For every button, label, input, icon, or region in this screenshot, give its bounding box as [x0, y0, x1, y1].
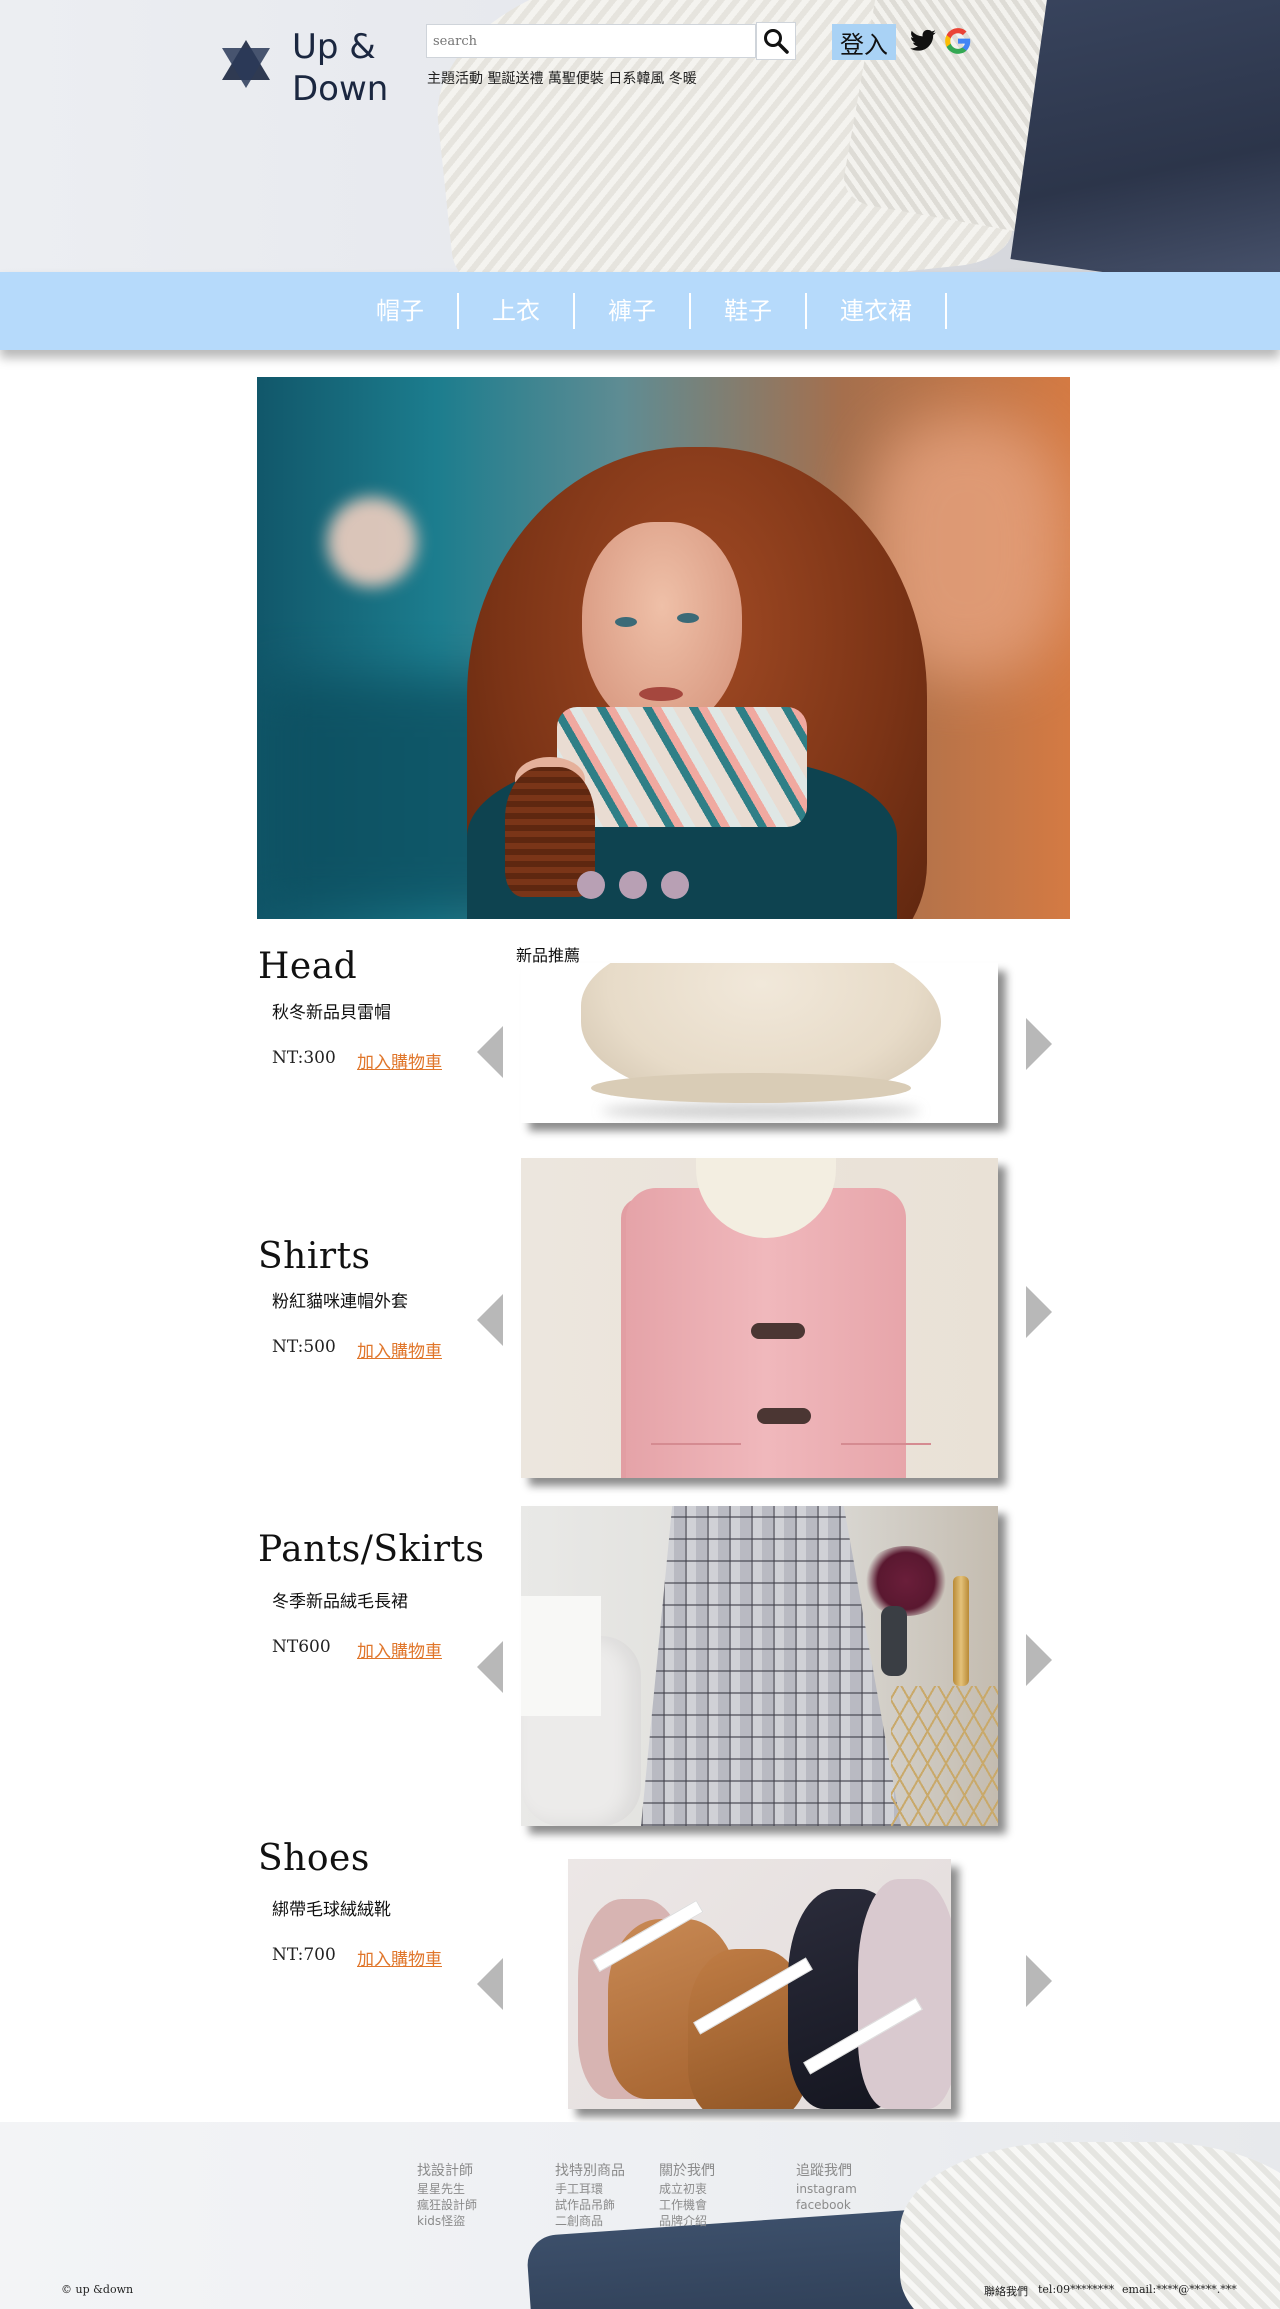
carousel-dot-2[interactable] — [619, 871, 647, 899]
beret-shadow — [601, 1103, 921, 1119]
category-title-head: Head — [258, 946, 358, 987]
add-to-cart-link[interactable]: 加入購物車 — [357, 1337, 442, 1362]
prev-arrow[interactable] — [477, 1958, 503, 2010]
next-arrow[interactable] — [1026, 1634, 1052, 1686]
hero-model-eye — [615, 617, 637, 627]
carousel-dot-1[interactable] — [577, 871, 605, 899]
contact-tel: tel:09******** — [1038, 2283, 1115, 2296]
coat-pocket — [841, 1443, 931, 1478]
footer-link[interactable]: 工作機會 — [659, 2197, 715, 2213]
hero-bokeh — [327, 497, 417, 587]
product-name: 綁帶毛球絨絨靴 — [272, 1900, 391, 1920]
hot-tags[interactable]: 主題活動 聖誕送禮 萬聖便裝 日系韓風 冬暖 — [427, 68, 697, 88]
nav-item-dresses[interactable]: 連衣裙 — [807, 293, 947, 329]
next-arrow[interactable] — [1026, 1018, 1052, 1070]
nav-item-shoes[interactable]: 鞋子 — [691, 293, 807, 329]
footer-column-title: 追蹤我們 — [796, 2163, 852, 2179]
product-price: NT600 — [272, 1637, 331, 1657]
product-price: NT:300 — [272, 1048, 336, 1068]
copyright: © up &down — [61, 2283, 134, 2296]
nav-item-pants[interactable]: 褲子 — [575, 293, 691, 329]
next-arrow[interactable] — [1026, 1286, 1052, 1338]
product-image-pink-coat[interactable] — [521, 1158, 998, 1478]
footer-link[interactable]: 星星先生 — [417, 2181, 477, 2197]
category-title-shirts: Shirts — [258, 1236, 371, 1277]
prev-arrow[interactable] — [477, 1641, 503, 1693]
footer-link[interactable]: 成立初衷 — [659, 2181, 715, 2197]
twitter-icon[interactable] — [908, 27, 938, 55]
footer-link[interactable]: 手工耳環 — [555, 2181, 625, 2197]
brand-name[interactable]: Up & Down — [292, 26, 388, 110]
product-name: 粉紅貓咪連帽外套 — [272, 1292, 408, 1312]
nav-item-hats[interactable]: 帽子 — [343, 293, 459, 329]
site-footer — [0, 2122, 1280, 2309]
footer-link[interactable]: 試作品吊飾 — [555, 2197, 625, 2213]
product-name: 秋冬新品貝雷帽 — [272, 1003, 391, 1023]
shopping-bag — [521, 1596, 601, 1716]
coat-toggle-button — [757, 1408, 811, 1424]
footer-column-about: 關於我們 成立初衷 工作機會 品牌介紹 — [659, 2163, 715, 2229]
search-icon — [764, 29, 789, 54]
coat-toggle-button — [751, 1323, 805, 1339]
add-to-cart-link[interactable]: 加入購物車 — [357, 1945, 442, 1970]
footer-column-designers: 找設計師 星星先生 瘋狂設計師 kids怪盜 — [417, 2163, 477, 2229]
search-field — [426, 24, 756, 58]
footer-column-title: 找特別商品 — [555, 2163, 625, 2179]
contact-email: email:****@*****.*** — [1122, 2283, 1237, 2296]
footer-link[interactable]: 瘋狂設計師 — [417, 2197, 477, 2213]
add-to-cart-link[interactable]: 加入購物車 — [357, 1048, 442, 1073]
login-button[interactable]: 登入 — [832, 24, 896, 60]
nav-list: 帽子 上衣 褲子 鞋子 連衣裙 — [343, 272, 947, 350]
coat-pocket — [651, 1443, 741, 1478]
next-arrow[interactable] — [1026, 1955, 1052, 2007]
product-price: NT:700 — [272, 1945, 336, 1965]
footer-link[interactable]: 品牌介紹 — [659, 2213, 715, 2229]
footer-link-instagram[interactable]: instagram — [796, 2181, 857, 2197]
carousel-dots — [577, 871, 689, 899]
hero-model-eye — [677, 613, 699, 623]
product-name: 冬季新品絨毛長裙 — [272, 1592, 408, 1612]
nav-item-tops[interactable]: 上衣 — [459, 293, 575, 329]
footer-link[interactable]: 二創商品 — [555, 2213, 625, 2229]
lilac-boot — [858, 1879, 951, 2109]
footer-column-special-items: 找特別商品 手工耳環 試作品吊飾 二創商品 — [555, 2163, 625, 2229]
gold-vase — [953, 1576, 969, 1686]
flowers — [861, 1546, 951, 1616]
product-image-plaid-skirt[interactable] — [521, 1506, 998, 1826]
hero-carousel[interactable] — [257, 377, 1070, 919]
category-title-pants-skirts: Pants/Skirts — [258, 1529, 485, 1570]
header-background-denim — [1010, 0, 1280, 272]
contact-us-link[interactable]: 聯絡我們 — [984, 2283, 1028, 2299]
side-table — [891, 1686, 998, 1826]
product-price: NT:500 — [272, 1337, 336, 1357]
beret-brim — [591, 1073, 911, 1103]
footer-link[interactable]: kids怪盜 — [417, 2213, 477, 2229]
vase — [881, 1606, 907, 1676]
category-navbar: 帽子 上衣 褲子 鞋子 連衣裙 — [0, 272, 1280, 350]
footer-link-facebook[interactable]: facebook — [796, 2197, 857, 2213]
add-to-cart-link[interactable]: 加入購物車 — [357, 1637, 442, 1662]
prev-arrow[interactable] — [477, 1026, 503, 1078]
star-of-david-logo-icon[interactable] — [218, 36, 274, 92]
product-image-boots[interactable] — [568, 1859, 951, 2109]
site-header: Up & Down 主題活動 聖誕送禮 萬聖便裝 日系韓風 冬暖 登入 — [0, 0, 1280, 272]
search-button[interactable] — [756, 22, 796, 60]
prev-arrow[interactable] — [477, 1294, 503, 1346]
hero-model-scarf — [557, 707, 807, 827]
footer-column-follow: 追蹤我們 instagram facebook — [796, 2163, 857, 2213]
hero-model-lips — [639, 687, 683, 701]
google-icon[interactable] — [944, 27, 972, 55]
footer-column-title: 找設計師 — [417, 2163, 473, 2179]
search-input[interactable] — [427, 25, 755, 57]
footer-column-title: 關於我們 — [659, 2163, 715, 2179]
category-title-shoes: Shoes — [258, 1838, 370, 1879]
product-image-beret[interactable] — [521, 963, 998, 1123]
brand-line-2: Down — [292, 69, 389, 109]
brand-line-1: Up & — [292, 27, 376, 67]
carousel-dot-3[interactable] — [661, 871, 689, 899]
